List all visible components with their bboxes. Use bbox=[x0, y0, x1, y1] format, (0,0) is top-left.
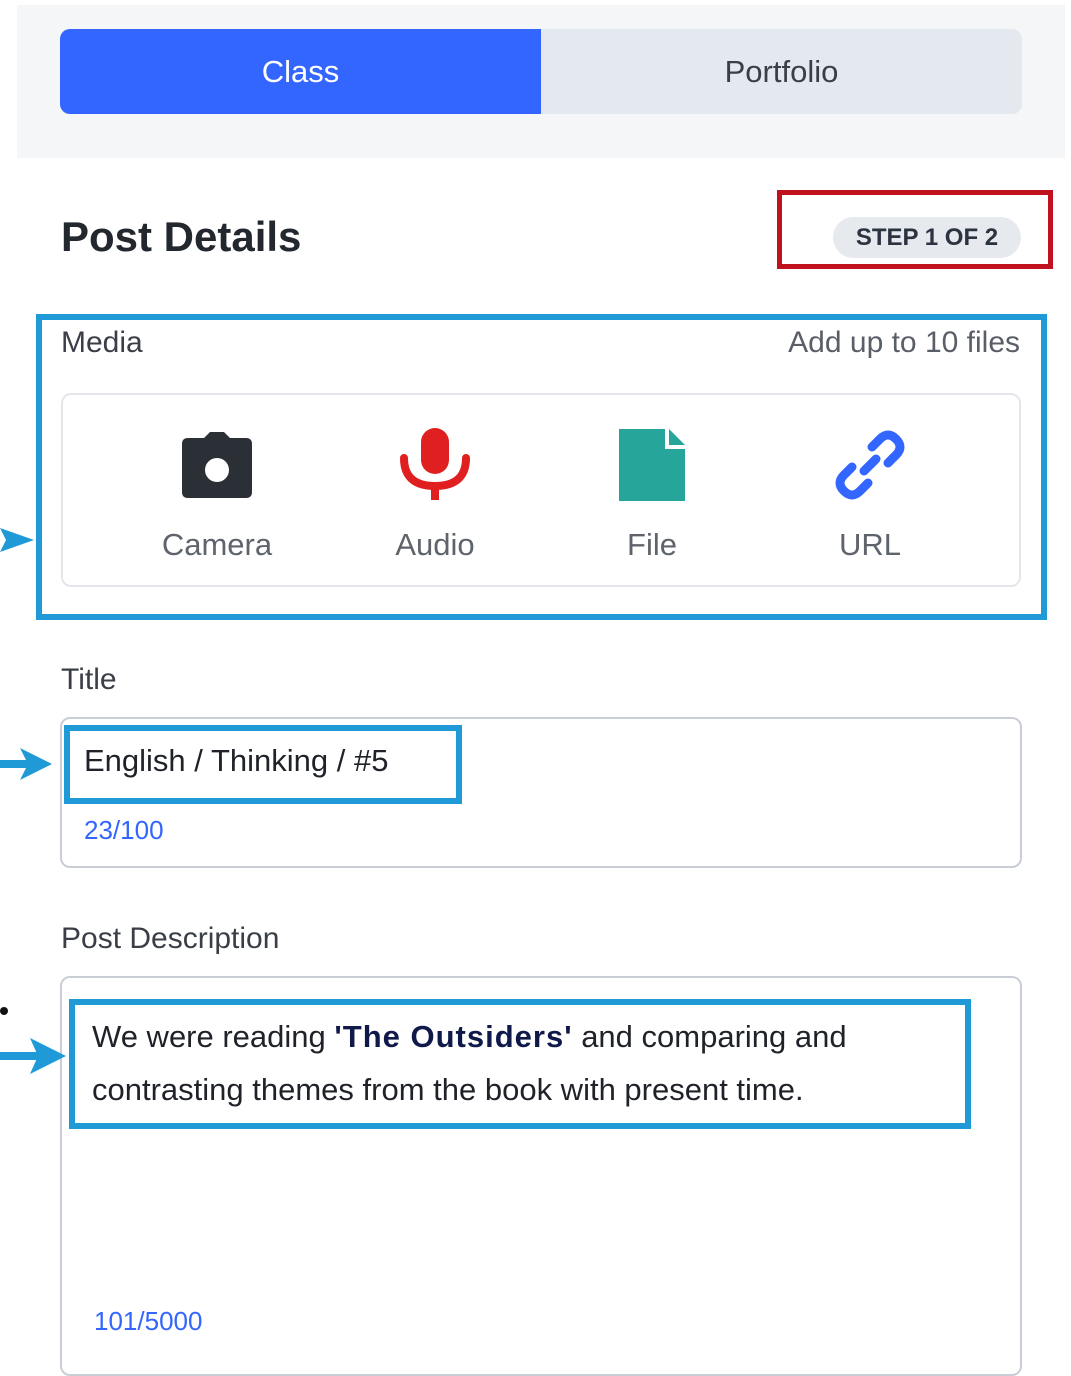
annotation-arrow-icon bbox=[0, 528, 34, 552]
annotation-highlight-step bbox=[777, 190, 1053, 269]
annotation-highlight-media bbox=[36, 314, 1047, 620]
page-title: Post Details bbox=[61, 213, 302, 260]
description-label: Post Description bbox=[61, 922, 280, 955]
tab-class[interactable]: Class bbox=[60, 29, 541, 114]
description-char-counter: 101/5000 bbox=[94, 1306, 203, 1336]
annotation-highlight-title bbox=[64, 725, 462, 804]
annotation-highlight-description bbox=[69, 999, 971, 1129]
annotation-arrow-icon bbox=[0, 1038, 66, 1074]
tab-portfolio[interactable]: Portfolio bbox=[541, 29, 1022, 114]
title-label: Title bbox=[61, 663, 117, 696]
annotation-arrow-icon bbox=[0, 748, 52, 780]
tab-switcher: Class Portfolio bbox=[60, 29, 1022, 114]
title-char-counter: 23/100 bbox=[84, 815, 164, 845]
bullet-dot bbox=[0, 1007, 8, 1015]
